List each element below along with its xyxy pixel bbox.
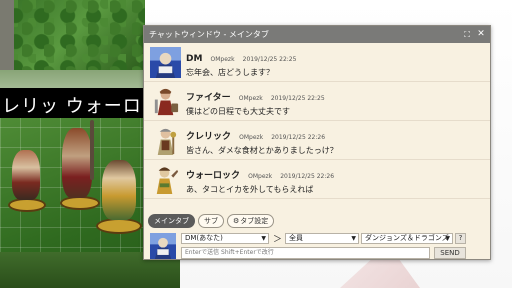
game-system-select-value: ダンジョンズ＆ドラゴンズ [365, 234, 449, 242]
message-text: 忘年会、店どうします？ [186, 68, 274, 77]
sender-user: OMpezk [248, 173, 273, 180]
arrow-icon: ＞ [273, 235, 283, 245]
stone-post [0, 0, 14, 70]
sender-user: OMpezk [239, 134, 264, 141]
name-banner-text: レリッ ウォーロッ [2, 96, 161, 117]
token-base[interactable] [96, 218, 142, 234]
chat-message: ウォーロック OMpezk 2019/12/25 22:26 あ、タコとイカを外… [144, 160, 490, 199]
chat-message: ファイター OMpezk 2019/12/25 22:25 僕はどの日程でも大丈… [144, 82, 490, 121]
cleric-avatar [157, 128, 177, 156]
cleric-figure[interactable] [62, 128, 92, 198]
character-select-value: DM(あなた) [185, 234, 223, 242]
sender-name: クレリック [186, 132, 232, 142]
message-time: 2019/12/25 22:25 [270, 95, 325, 102]
tab-sub[interactable]: サブ [198, 214, 224, 228]
sender-name: ウォーロック [186, 171, 241, 181]
chat-input[interactable]: Enterで送信 Shift+Enterで改行 [181, 247, 430, 259]
chat-message: DM OMpezk 2019/12/25 22:25 忘年会、店どうします？ [144, 43, 490, 82]
chat-composer: DM(あなた) ▼ ＞ 全員 ▼ ダンジョンズ＆ドラゴンズ ▼ ? Enterで送信 … [144, 231, 490, 259]
sender-user: OMpezk [238, 95, 263, 102]
fighter-avatar [154, 88, 179, 116]
tab-settings-label: タブ設定 [240, 217, 269, 225]
sender-user: OMpezk [210, 56, 235, 63]
chevron-down-icon: ▼ [445, 235, 450, 242]
chat-message: クレリック OMpezk 2019/12/25 22:26 皆さん、ダメな食材と… [144, 121, 490, 160]
weapon-prop [90, 120, 94, 180]
chat-tabs: メインタブ サブ ⚙タブ設定 [148, 214, 275, 228]
dm-avatar [150, 47, 181, 78]
maximize-icon[interactable]: ⛶ [460, 26, 474, 43]
character-select[interactable]: DM(あなた) ▼ [181, 233, 269, 244]
chat-window[interactable]: チャットウィンドウ - メインタブ ⛶ ✕ DM OMpezk 2019/12/… [143, 25, 491, 260]
chat-log[interactable]: DM OMpezk 2019/12/25 22:25 忘年会、店どうします？ フ… [144, 43, 490, 210]
chat-scrollbar[interactable] [485, 43, 490, 210]
chat-titlebar[interactable]: チャットウィンドウ - メインタブ ⛶ ✕ [144, 26, 490, 43]
sender-name: DM [186, 54, 203, 64]
window-title: チャットウィンドウ - メインタブ [149, 30, 269, 39]
warlock-figure[interactable] [102, 160, 136, 220]
warlock-avatar [156, 167, 179, 195]
help-button[interactable]: ? [455, 233, 466, 244]
message-text: あ、タコとイカを外してもらえれば [186, 185, 314, 194]
message-time: 2019/12/25 22:26 [280, 173, 335, 180]
game-system-select[interactable]: ダンジョンズ＆ドラゴンズ ▼ [361, 233, 453, 244]
chevron-down-icon: ▼ [261, 235, 266, 242]
close-icon[interactable]: ✕ [474, 26, 488, 43]
target-select-value: 全員 [289, 234, 303, 242]
dm-avatar[interactable] [150, 233, 176, 259]
chevron-down-icon: ▼ [351, 235, 356, 242]
message-time: 2019/12/25 22:26 [271, 134, 326, 141]
tab-settings-button[interactable]: ⚙タブ設定 [227, 214, 275, 228]
dwarf-figure[interactable] [12, 150, 40, 200]
hedge-wall [0, 0, 145, 70]
token-base[interactable] [60, 196, 100, 210]
message-text: 僕はどの日程でも大丈夫です [186, 107, 290, 116]
message-text: 皆さん、ダメな食材とかありましたっけ？ [186, 146, 338, 155]
message-time: 2019/12/25 22:25 [242, 56, 297, 63]
sender-name: ファイター [186, 93, 231, 103]
token-base[interactable] [8, 198, 46, 212]
target-select[interactable]: 全員 ▼ [285, 233, 359, 244]
tab-main[interactable]: メインタブ [148, 214, 195, 228]
gear-icon: ⚙ [233, 217, 240, 225]
send-button[interactable]: SEND [434, 247, 466, 259]
